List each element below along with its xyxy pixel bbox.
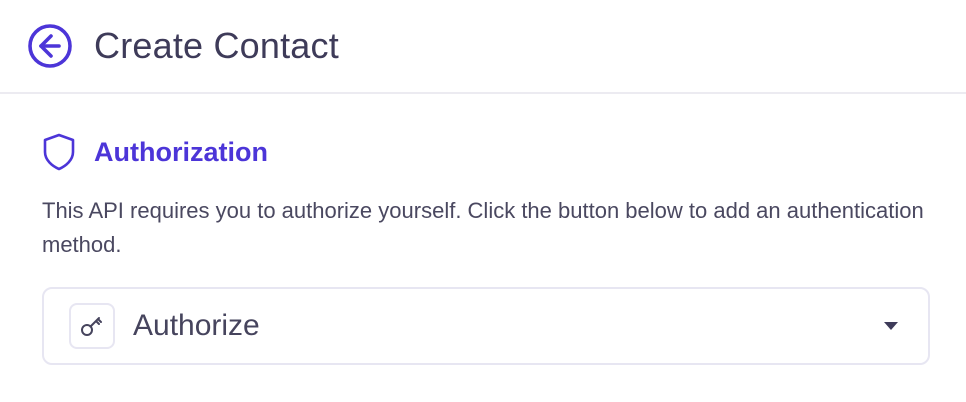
shield-icon-wrap bbox=[42, 132, 76, 172]
page-title: Create Contact bbox=[94, 25, 339, 66]
page-header: Create Contact bbox=[0, 0, 966, 94]
key-icon bbox=[81, 317, 102, 336]
key-icon-box bbox=[69, 303, 115, 349]
arrow-left-circle-icon bbox=[28, 24, 72, 68]
page: Create Contact Authorization This API re… bbox=[0, 0, 966, 402]
back-button[interactable] bbox=[26, 22, 74, 70]
authorize-dropdown[interactable]: Authorize bbox=[42, 287, 930, 365]
main-content: Authorization This API requires you to a… bbox=[0, 132, 966, 365]
authorization-description: This API requires you to authorize yours… bbox=[42, 198, 924, 257]
authorization-section-header: Authorization bbox=[42, 132, 930, 172]
authorize-label: Authorize bbox=[133, 309, 260, 342]
caret-down-icon bbox=[884, 322, 898, 330]
dropdown-caret[interactable] bbox=[882, 320, 900, 332]
shield-icon bbox=[43, 133, 75, 171]
section-title: Authorization bbox=[94, 136, 268, 167]
